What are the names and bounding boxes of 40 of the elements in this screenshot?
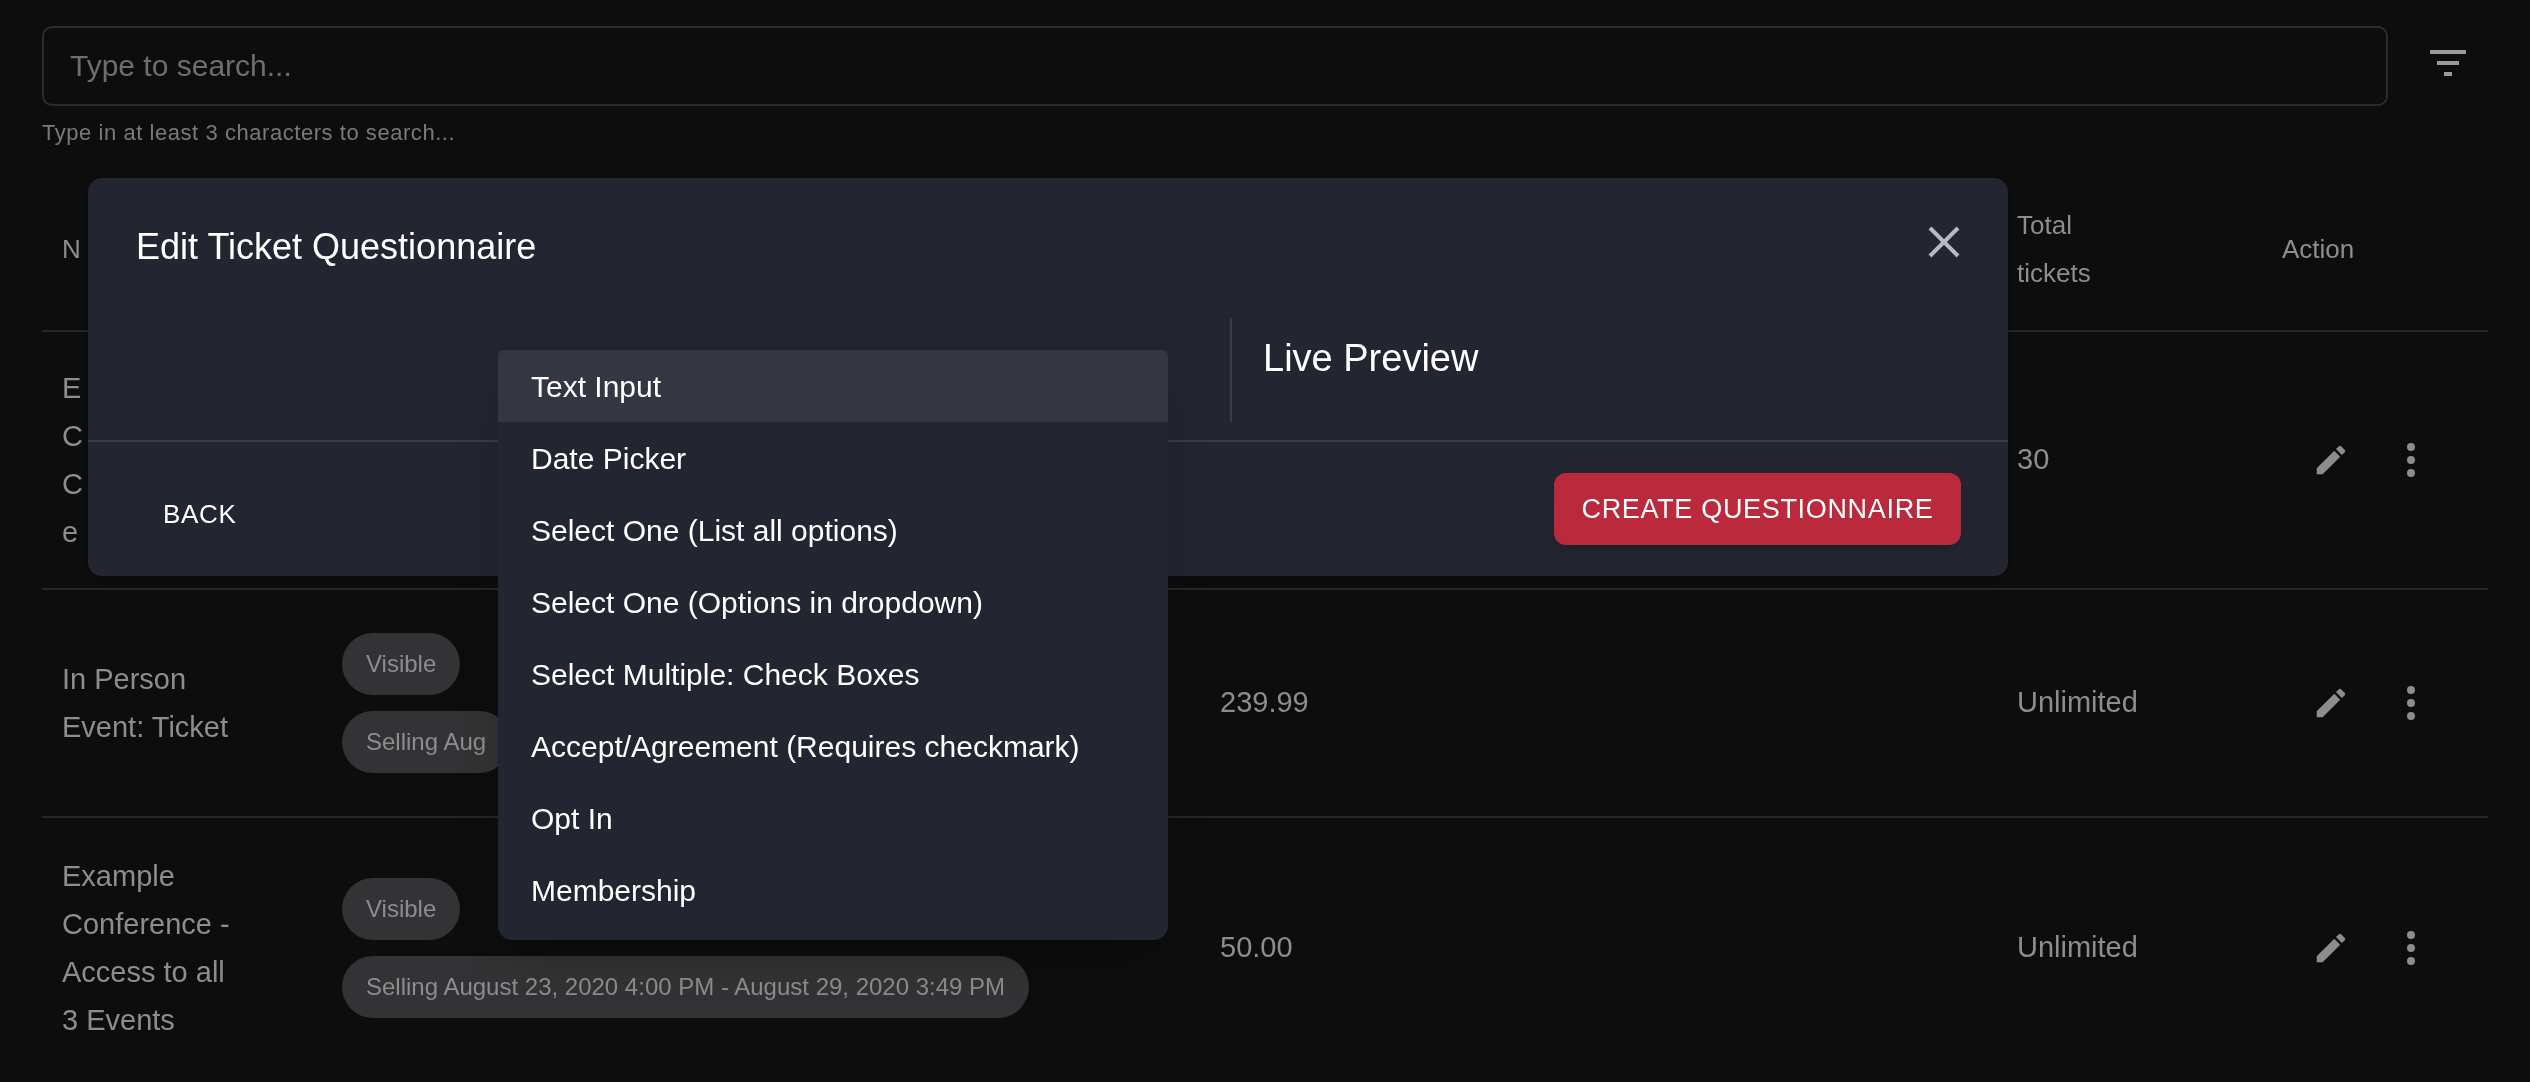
create-questionnaire-button[interactable]: CREATE QUESTIONNAIRE — [1554, 473, 1961, 545]
ticket-name: e — [62, 515, 79, 550]
more-options-icon[interactable] — [2406, 685, 2416, 721]
ticket-name: Event: Ticket — [62, 710, 228, 745]
ticket-name: Access to all — [62, 955, 225, 990]
total-tickets-text: Unlimited — [2017, 931, 2138, 964]
ticket-name: Conference - — [62, 907, 230, 942]
ticket-name: 3 Events — [62, 1003, 175, 1038]
price-text: 50.00 — [1220, 931, 1293, 964]
sale-period-chip: Selling August 23, 2020 4:00 PM - August 29, 2020 3:49 PM — [342, 956, 1030, 1018]
back-button[interactable]: BACK — [138, 486, 262, 542]
menu-item[interactable]: Select Multiple: Check Boxes — [498, 638, 1168, 710]
ticket-name: E — [62, 371, 82, 406]
more-options-icon[interactable] — [2406, 930, 2416, 966]
column-header: N — [62, 232, 81, 266]
search-field[interactable]: Type to search... — [42, 26, 2388, 106]
search-helper-text: Type in at least 3 characters to search... — [42, 119, 457, 147]
menu-item[interactable]: Date Picker — [498, 422, 1168, 494]
column-header: Action — [2282, 232, 2355, 266]
total-tickets-text: Unlimited — [2017, 686, 2138, 719]
ticket-name: C — [62, 419, 83, 454]
close-button[interactable] — [1926, 224, 1962, 260]
menu-item[interactable]: Text Input — [498, 350, 1168, 422]
more-options-icon[interactable] — [2406, 442, 2416, 478]
menu-item[interactable]: Select One (List all options) — [498, 494, 1168, 566]
menu-item[interactable]: Select One (Options in dropdown) — [498, 566, 1168, 638]
price-text: 239.99 — [1220, 686, 1309, 719]
total-tickets-text: 30 — [2017, 443, 2050, 476]
visibility-chip: Visible — [342, 633, 461, 695]
visibility-chip: Visible — [342, 878, 461, 940]
menu-item[interactable]: Opt In — [498, 782, 1168, 854]
menu-item[interactable]: Membership — [498, 854, 1168, 926]
ticket-name: In Person — [62, 662, 187, 697]
dialog-title: Edit Ticket Questionnaire — [136, 225, 537, 269]
preview-title: Live Preview — [1263, 336, 1479, 381]
ticket-name: Example — [62, 859, 175, 894]
ticket-name: C — [62, 467, 83, 502]
close-icon — [1926, 224, 1962, 260]
column-header: Total tickets — [2017, 208, 2092, 290]
filter-icon[interactable] — [2428, 48, 2468, 78]
